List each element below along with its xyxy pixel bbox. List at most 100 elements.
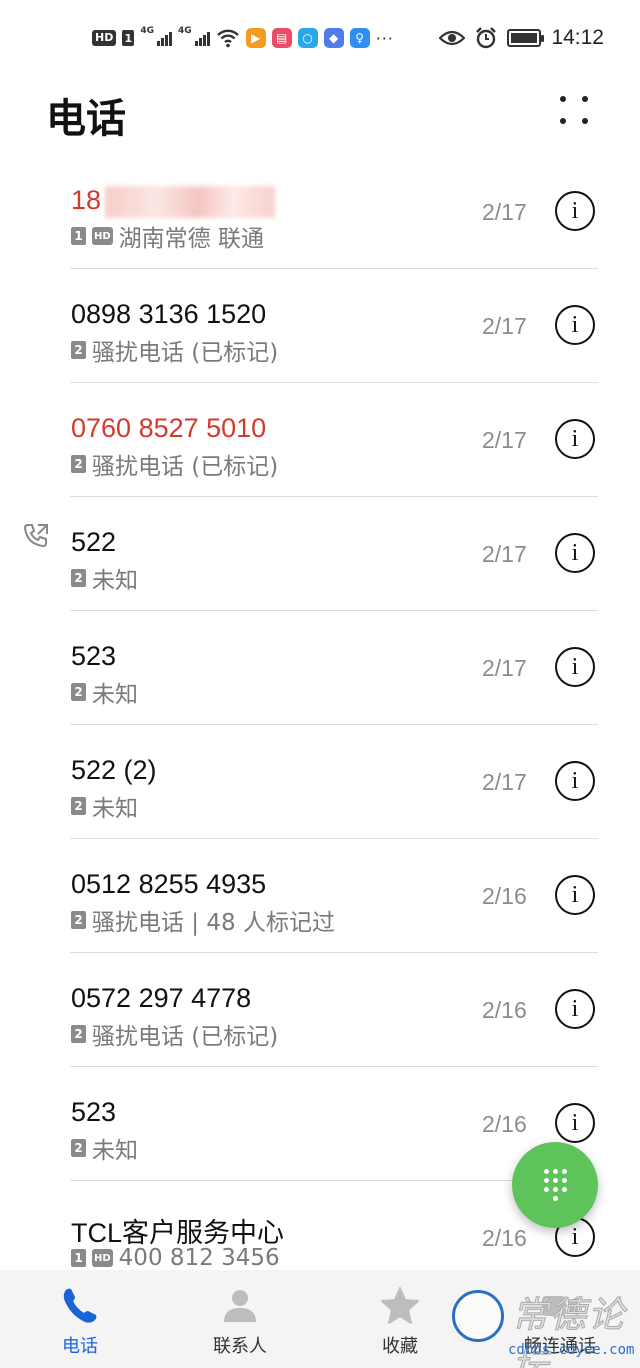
call-number: 522 [71, 527, 117, 557]
watermark-seal-icon [452, 1290, 504, 1342]
call-subtitle: 2 未知 [71, 675, 138, 709]
call-label: 未知 [92, 568, 138, 594]
info-icon[interactable]: i [555, 419, 595, 459]
call-date: 2/16 [482, 1111, 527, 1137]
call-log-list[interactable]: 18 1 HD 湖南常德 联通 2/17 i 0898 3136 1520 2 … [0, 155, 640, 1270]
sim-card-icon: 2 [71, 911, 86, 929]
page-title: 电话 [46, 96, 126, 142]
call-log-row[interactable]: 0512 8255 4935 2 骚扰电话 | 48 人标记过 2/16 i [0, 839, 640, 953]
info-icon[interactable]: i [555, 191, 595, 231]
status-bar: HD 1 4G 4G ▶ ▤ ○ ◆ ♀ ··· 14:12 [0, 0, 640, 72]
search-app-icon: ○ [297, 28, 318, 48]
call-number: 0898 3136 1520 [71, 299, 267, 329]
call-date: 2/17 [482, 541, 527, 567]
phone-icon [63, 1288, 97, 1323]
video-app-icon: ▶ [245, 28, 266, 48]
call-number: 0512 8255 4935 [71, 869, 267, 899]
education-app-icon: ◆ [323, 28, 344, 48]
redacted-digits [105, 185, 276, 218]
more-options-icon[interactable] [556, 92, 596, 132]
hd-call-icon: HD [92, 227, 113, 245]
call-date: 2/16 [482, 883, 527, 909]
info-icon[interactable]: i [555, 533, 595, 573]
call-log-row[interactable]: 0572 297 4778 2 骚扰电话 (已标记) 2/16 i [0, 953, 640, 1067]
call-log-row[interactable]: 0760 8527 5010 2 骚扰电话 (已标记) 2/17 i [0, 383, 640, 497]
call-label: 未知 [92, 796, 138, 822]
sim-card-icon: 2 [71, 455, 86, 473]
status-time: 14:12 [551, 26, 604, 49]
call-subtitle: 2 骚扰电话 (已标记) [71, 333, 278, 367]
dialpad-button[interactable] [512, 1142, 598, 1228]
call-location: 湖南常德 联通 [118, 226, 264, 252]
info-icon[interactable]: i [555, 1103, 595, 1143]
call-subtitle: 1 HD 400 812 3456 [71, 1245, 280, 1270]
sim-card-icon: 2 [71, 683, 86, 701]
call-label: 骚扰电话 | 48 人标记过 [92, 910, 335, 936]
dialpad-icon [543, 1169, 567, 1201]
call-subtitle: 2 骚扰电话 | 48 人标记过 [71, 903, 335, 937]
hd-call-icon: HD [92, 1249, 113, 1267]
outgoing-call-icon [23, 524, 48, 548]
call-log-row[interactable]: 522 2 未知 2/17 i [0, 497, 640, 611]
call-log-row[interactable]: 522 (2) 2 未知 2/17 i [0, 725, 640, 839]
hd-voice-badge: HD [92, 30, 117, 46]
call-label: 骚扰电话 (已标记) [92, 454, 279, 480]
call-date: 2/17 [482, 313, 527, 339]
info-icon[interactable]: i [555, 989, 595, 1029]
sim-card-icon: 2 [71, 569, 86, 587]
call-date: 2/17 [482, 199, 527, 225]
call-date: 2/16 [482, 1225, 527, 1251]
tab-contacts[interactable]: 联系人 [160, 1270, 320, 1368]
call-label: 未知 [92, 1138, 138, 1164]
call-number: 523 [71, 641, 117, 671]
call-number: 18 [71, 185, 276, 218]
info-icon[interactable]: i [555, 875, 595, 915]
tab-phone-label: 电话 [62, 1336, 98, 1357]
book-app-icon: ▤ [271, 28, 292, 48]
sim-card-icon: 1 [71, 1249, 86, 1267]
call-date: 2/16 [482, 997, 527, 1023]
bulb-app-icon: ♀ [349, 28, 370, 48]
signal-1-icon [157, 30, 172, 46]
call-log-row[interactable]: 18 1 HD 湖南常德 联通 2/17 i [0, 155, 640, 269]
eye-icon [439, 30, 466, 46]
call-number: 522 (2) [71, 755, 157, 785]
sim-card-icon: 2 [71, 1139, 86, 1157]
tab-contacts-label: 联系人 [213, 1336, 267, 1357]
sim-card-icon: 2 [71, 341, 86, 359]
info-icon[interactable]: i [555, 761, 595, 801]
battery-icon [507, 29, 545, 47]
tab-phone[interactable]: 电话 [0, 1270, 160, 1368]
sim1-badge: 1 [122, 30, 135, 46]
sim-card-icon: 2 [71, 797, 86, 815]
call-label: 骚扰电话 (已标记) [92, 340, 279, 366]
call-label: 骚扰电话 (已标记) [92, 1024, 279, 1050]
call-date: 2/17 [482, 655, 527, 681]
call-subtitle: 2 未知 [71, 789, 138, 823]
call-subtitle: 2 骚扰电话 (已标记) [71, 447, 278, 481]
call-log-row[interactable]: 0898 3136 1520 2 骚扰电话 (已标记) 2/17 i [0, 269, 640, 383]
call-subtitle: 1 HD 湖南常德 联通 [71, 219, 264, 253]
call-phone-number: 400 812 3456 [118, 1245, 280, 1270]
call-subtitle: 2 未知 [71, 561, 138, 595]
network-type-1: 4G [140, 26, 154, 36]
info-icon[interactable]: i [555, 305, 595, 345]
call-log-row[interactable]: 523 2 未知 2/17 i [0, 611, 640, 725]
alarm-icon [476, 27, 497, 49]
watermark-url: cdbbs.cdyee.com [508, 1342, 635, 1358]
sim-card-icon: 1 [71, 227, 86, 245]
call-subtitle: 2 骚扰电话 (已标记) [71, 1017, 278, 1051]
signal-2-icon [194, 30, 210, 46]
status-left-icons: HD 1 4G 4G ▶ ▤ ○ ◆ ♀ ··· [92, 24, 394, 52]
status-right-icons: 14:12 [439, 24, 604, 52]
sim-card-icon: 2 [71, 1025, 86, 1043]
contacts-icon [224, 1290, 256, 1322]
call-date: 2/17 [482, 427, 527, 453]
wifi-icon [216, 29, 239, 48]
info-icon[interactable]: i [555, 647, 595, 687]
star-icon [381, 1287, 419, 1324]
call-label: 未知 [92, 682, 138, 708]
more-notifications-icon: ··· [375, 28, 394, 48]
call-number: 523 [71, 1097, 117, 1127]
call-number: 0572 297 4778 [71, 983, 252, 1013]
